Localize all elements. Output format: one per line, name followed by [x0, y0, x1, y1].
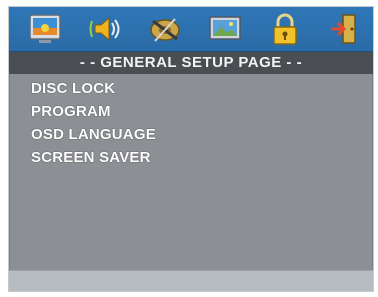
menu-item-disc-lock[interactable]: DISC LOCK — [31, 77, 351, 100]
status-bar — [9, 270, 373, 291]
menu-item-program[interactable]: PROGRAM — [31, 100, 351, 123]
menu-item-screen-saver[interactable]: SCREEN SAVER — [31, 146, 351, 169]
video-setup-icon[interactable] — [147, 11, 183, 47]
page-title: - - GENERAL SETUP PAGE - - — [9, 52, 373, 74]
preference-icon[interactable] — [207, 11, 243, 47]
lock-icon[interactable] — [267, 11, 303, 47]
setup-menu-list: DISC LOCK PROGRAM OSD LANGUAGE SCREEN SA… — [31, 77, 351, 169]
setup-menu-panel: - - GENERAL SETUP PAGE - - DISC LOCK PRO… — [8, 6, 374, 292]
exit-icon[interactable] — [327, 11, 363, 47]
setup-tab-bar — [9, 7, 373, 52]
osd-screen: - - GENERAL SETUP PAGE - - DISC LOCK PRO… — [0, 0, 378, 297]
audio-setup-icon[interactable] — [87, 11, 123, 47]
menu-item-osd-language[interactable]: OSD LANGUAGE — [31, 123, 351, 146]
general-setup-icon[interactable] — [27, 11, 63, 47]
